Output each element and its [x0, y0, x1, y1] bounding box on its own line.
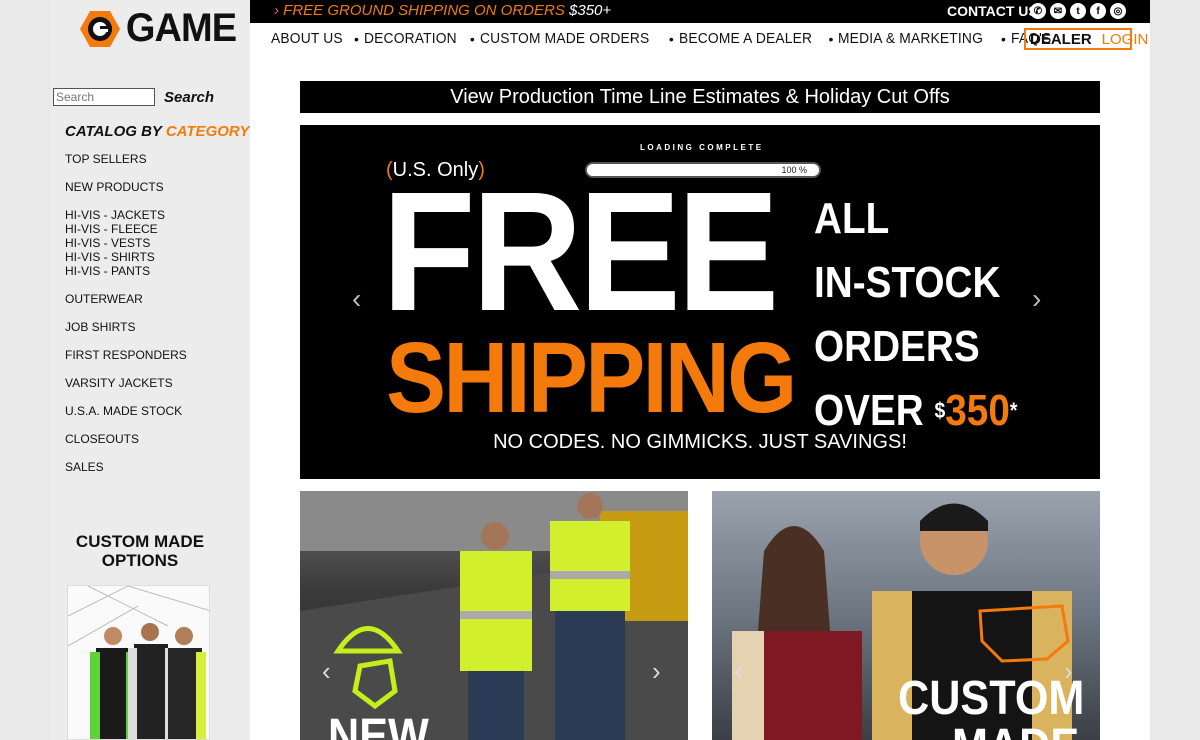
shipping-promo[interactable]: › FREE GROUND SHIPPING ON ORDERS $350+: [274, 2, 611, 19]
dealer-login-link[interactable]: LOGIN: [1102, 31, 1149, 48]
category-link[interactable]: HI-VIS - JACKETS: [65, 208, 187, 222]
top-promo-bar: › FREE GROUND SHIPPING ON ORDERS $350+ C…: [250, 0, 1150, 23]
nav-item-decoration[interactable]: DECORATION: [364, 30, 457, 47]
catalog-heading: CATALOG BY CATEGORY: [65, 123, 249, 140]
search-input[interactable]: [53, 88, 155, 106]
sidebar: GAME Search CATALOG BY CATEGORY TOP SELL…: [50, 0, 250, 740]
category-list: TOP SELLERS NEW PRODUCTS HI-VIS - JACKETS H…: [65, 152, 187, 474]
hi-vis-prev-arrow-icon[interactable]: ‹: [322, 656, 331, 687]
facebook-icon[interactable]: f: [1090, 3, 1106, 19]
dealer-login-box: DEALER LOGIN: [1024, 28, 1148, 50]
custom-made-tile-caption-line2: MADE: [952, 723, 1079, 740]
custom-made-photo-illustration: [68, 586, 209, 739]
custom-made-title-line2: OPTIONS: [101, 551, 179, 570]
hi-vis-next-arrow-icon[interactable]: ›: [652, 656, 661, 687]
hi-vis-tile-caption: NEW: [328, 710, 429, 740]
nav-item-custom-made-orders[interactable]: CUSTOM MADE ORDERS: [480, 30, 649, 47]
loading-progress-text: 100 %: [781, 165, 807, 175]
catalog-heading-prefix: CATALOG BY: [65, 123, 162, 140]
production-timeline-link[interactable]: View Production Time Line Estimates & Ho…: [300, 81, 1100, 113]
nav-separator: •: [828, 30, 834, 47]
category-link[interactable]: JOB SHIRTS: [65, 320, 187, 334]
nav-item-media-marketing[interactable]: MEDIA & MARKETING: [838, 30, 983, 47]
custom-made-promo-tile[interactable]: CUSTOM MADE ‹ ›: [712, 491, 1100, 740]
whatsapp-icon[interactable]: ✆: [1030, 3, 1046, 19]
category-link[interactable]: HI-VIS - FLEECE: [65, 222, 187, 236]
category-link[interactable]: HI-VIS - VESTS: [65, 236, 187, 250]
main-nav: ABOUT US • DECORATION • CUSTOM MADE ORDERS • B…: [271, 30, 1055, 47]
custom-made-tile-caption-line1: CUSTOM: [898, 672, 1085, 725]
shipping-promo-amount: $350+: [569, 2, 612, 19]
custom-made-prev-arrow-icon[interactable]: ‹: [734, 656, 743, 687]
shipping-promo-text: › FREE GROUND SHIPPING ON ORDERS: [274, 2, 565, 19]
category-link[interactable]: HI-VIS - SHIRTS: [65, 250, 187, 264]
hero-over-text: OVER: [814, 386, 935, 435]
hero-offer-lines: ALL IN-STOCK ORDERS OVER $350*: [814, 187, 1045, 443]
instagram-icon[interactable]: ◎: [1110, 3, 1126, 19]
hero-free-text: FREE: [382, 157, 779, 347]
hero-shipping-text: SHIPPING: [386, 322, 797, 434]
hero-prev-arrow-icon[interactable]: ‹: [352, 285, 368, 313]
search-button[interactable]: Search: [164, 89, 214, 106]
category-link[interactable]: HI-VIS - PANTS: [65, 264, 187, 278]
category-link[interactable]: TOP SELLERS: [65, 152, 187, 166]
category-link[interactable]: SALES: [65, 460, 187, 474]
nav-separator: •: [354, 30, 359, 47]
brand-logo[interactable]: GAME: [80, 6, 239, 51]
hero-banner[interactable]: LOADING COMPLETE 100 % (U.S. Only) FREE …: [300, 125, 1100, 479]
game-logo-icon: [80, 10, 120, 47]
nav-item-about-us[interactable]: ABOUT US: [271, 30, 343, 47]
hero-line-instock: IN-STOCK: [814, 258, 1001, 307]
category-link[interactable]: U.S.A. MADE STOCK: [65, 404, 187, 418]
search-row: Search: [53, 88, 214, 106]
brand-name: GAME: [125, 6, 237, 50]
hi-vis-promo-tile[interactable]: NEW ‹ ›: [300, 491, 688, 740]
category-link[interactable]: FIRST RESPONDERS: [65, 348, 187, 362]
nav-item-become-a-dealer[interactable]: BECOME A DEALER: [679, 30, 812, 47]
hero-asterisk: *: [1009, 398, 1018, 423]
nav-separator: •: [668, 30, 674, 47]
custom-made-title-line1: CUSTOM MADE: [75, 532, 205, 551]
loading-label: LOADING COMPLETE: [640, 143, 764, 152]
hero-line-all: ALL: [814, 194, 890, 243]
category-link[interactable]: CLOSEOUTS: [65, 432, 187, 446]
hero-over-amount: 350: [945, 386, 1010, 435]
nav-separator: •: [1001, 30, 1006, 47]
hero-tagline: NO CODES. NO GIMMICKS. JUST SAVINGS!: [493, 431, 907, 453]
email-icon[interactable]: ✉: [1050, 3, 1066, 19]
nav-separator: •: [469, 30, 475, 47]
contact-us-link[interactable]: CONTACT US: [947, 3, 1038, 19]
hi-vis-workers-illustration: [300, 491, 688, 740]
catalog-heading-accent: CATEGORY: [165, 123, 250, 140]
custom-made-next-arrow-icon[interactable]: ›: [1064, 656, 1073, 687]
twitter-icon[interactable]: t: [1070, 3, 1086, 19]
category-link[interactable]: OUTERWEAR: [65, 292, 187, 306]
category-link[interactable]: VARSITY JACKETS: [65, 376, 187, 390]
category-link[interactable]: NEW PRODUCTS: [65, 180, 187, 194]
dealer-label: DEALER: [1030, 30, 1092, 48]
custom-made-image[interactable]: [67, 585, 210, 740]
hero-dollar-sign: $: [934, 398, 946, 423]
social-links: ✆ ✉ t f ◎: [1030, 3, 1130, 19]
hero-line-orders: ORDERS: [814, 322, 980, 371]
hero-next-arrow-icon[interactable]: ›: [1032, 285, 1048, 313]
custom-made-title: CUSTOM MADE OPTIONS: [50, 532, 230, 570]
